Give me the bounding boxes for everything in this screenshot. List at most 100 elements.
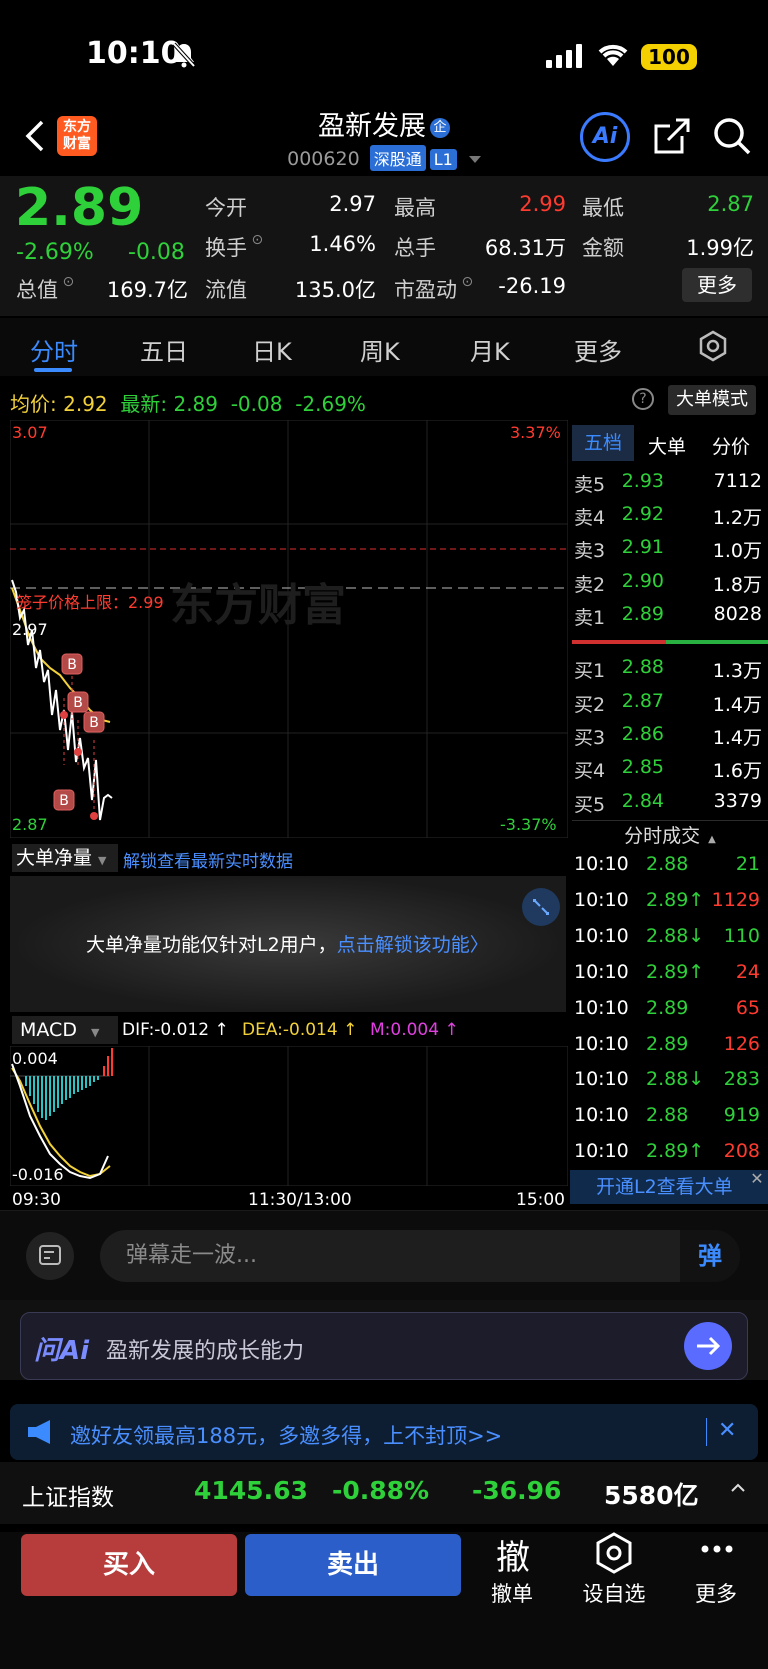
index-pct: -0.88% — [332, 1476, 430, 1505]
tab-weekly[interactable]: 周K — [360, 332, 400, 367]
tab-more[interactable]: 更多 — [574, 332, 622, 367]
y-axis-bottom: 2.87 — [12, 815, 48, 834]
expand-icon[interactable] — [522, 888, 560, 926]
battery-indicator: 100 — [641, 44, 697, 70]
bid-row: 买5 2.84 3379 — [574, 790, 762, 816]
orderbook-tab-price[interactable]: 分价 — [712, 432, 750, 459]
field-low: 2.87 — [707, 192, 754, 216]
sell-button[interactable]: 卖出 — [245, 1534, 461, 1596]
ai-button[interactable]: Ai — [580, 112, 630, 162]
index-amount: 5580亿 — [604, 1481, 699, 1510]
unlock-feature-link[interactable]: 点击解锁该功能 — [337, 934, 470, 956]
field-label: 今开 — [205, 196, 247, 220]
trades-header[interactable]: 分时成交 ▲ — [572, 820, 768, 850]
ask-row: 卖4 2.92 1.2万 — [574, 503, 762, 529]
macd-histogram-positive — [103, 1048, 113, 1076]
wifi-icon — [596, 42, 630, 72]
megaphone-icon — [26, 1418, 56, 1450]
locked-notice: 大单净量功能仅针对L2用户，点击解锁该功能〉 — [86, 934, 489, 956]
field-label: 最高 — [394, 196, 436, 220]
field-turnover: 1.46% — [309, 232, 376, 256]
field-label: 金额 — [582, 236, 624, 260]
macd-dif: DIF:-0.012 ↑ — [122, 1020, 229, 1040]
field-label: 最低 — [582, 196, 624, 220]
field-label: 总值 ⊙ — [16, 274, 75, 302]
ai-send-button[interactable] — [684, 1322, 732, 1370]
danmu-settings-icon[interactable] — [26, 1232, 74, 1280]
promo-divider — [706, 1418, 707, 1446]
macd-dropdown[interactable]: MACD ▼ — [12, 1016, 118, 1044]
help-icon[interactable]: ? — [632, 388, 654, 410]
orderbook-tab-big[interactable]: 大单 — [648, 432, 686, 459]
x-axis-start: 09:30 — [12, 1190, 61, 1210]
l2-upgrade-banner[interactable]: 开通L2查看大单 — [570, 1170, 768, 1204]
orderbook-tab-five[interactable]: 五档 — [572, 425, 634, 461]
settings-icon[interactable] — [697, 330, 729, 366]
trade-row: 10:10 2.89↑ 1129 — [574, 889, 760, 911]
info-icon: ⊙ — [457, 274, 474, 290]
close-promo-icon[interactable]: ✕ — [718, 1418, 736, 1443]
enterprise-badge-icon: 企 — [430, 117, 450, 138]
trade-row: 10:10 2.88↓ 283 — [574, 1068, 760, 1090]
ask-row: 卖3 2.91 1.0万 — [574, 536, 762, 562]
danmu-input[interactable]: 弹幕走一波... — [100, 1230, 740, 1282]
caret-down-icon: ▼ — [98, 854, 107, 867]
macd-axis-top: 0.004 — [12, 1049, 58, 1068]
x-axis-mid: 11:30/13:00 — [248, 1190, 352, 1210]
svg-text:B: B — [89, 715, 99, 731]
unlock-link[interactable]: 解锁查看最新实时数据 — [123, 847, 293, 872]
cancel-order-label[interactable]: 撤单 — [472, 1578, 552, 1608]
y-axis-top-pct: 3.37% — [510, 423, 561, 442]
chevron-up-icon[interactable] — [728, 1478, 748, 1502]
tab-monthly[interactable]: 月K — [470, 332, 510, 367]
trade-row: 10:10 2.88↓ 110 — [574, 925, 760, 947]
change-abs: -0.08 — [128, 240, 185, 265]
buy-button[interactable]: 买入 — [21, 1534, 237, 1596]
close-banner-icon[interactable]: ✕ — [748, 1170, 766, 1188]
trade-row: 10:10 2.89↑ 24 — [574, 961, 760, 983]
field-label: 总手 — [394, 236, 436, 260]
search-icon[interactable] — [712, 116, 752, 160]
info-icon: ⊙ — [247, 232, 264, 248]
field-label: 换手 ⊙ — [205, 232, 264, 260]
stock-code-row: 000620 深股通 L1 — [0, 145, 768, 171]
more-button[interactable]: 更多 — [682, 268, 752, 302]
more-actions-label[interactable]: 更多 — [676, 1578, 756, 1608]
field-label: 市盈动 ⊙ — [394, 274, 474, 302]
macd-dea: DEA:-0.014 ↑ — [242, 1020, 358, 1040]
svg-text:B: B — [73, 695, 83, 711]
macd-chart[interactable] — [10, 1046, 568, 1186]
signal-icon — [546, 44, 584, 72]
tab-daily[interactable]: 日K — [252, 332, 292, 367]
svg-text:B: B — [67, 657, 77, 673]
trade-row: 10:10 2.89↑ 208 — [574, 1140, 760, 1162]
cage-limit-label: 笼子价格上限：2.99 — [16, 593, 164, 612]
price-info-row: 均价: 2.92 最新: 2.89 -0.08 -2.69% — [10, 392, 366, 416]
tab-intraday[interactable]: 分时 — [30, 332, 78, 367]
share-icon[interactable] — [654, 118, 690, 158]
bid-row: 买3 2.86 1.4万 — [574, 723, 762, 749]
add-watchlist-icon[interactable] — [594, 1532, 634, 1578]
field-amount: 1.99亿 — [686, 236, 754, 260]
last-price: 2.89 — [15, 178, 144, 238]
big-order-mode-button[interactable]: 大单模式 — [668, 385, 756, 415]
ask-row: 卖2 2.90 1.8万 — [574, 570, 762, 596]
add-watchlist-label[interactable]: 设自选 — [574, 1578, 654, 1608]
cancel-order-icon[interactable]: 撤 — [488, 1530, 538, 1579]
price-line — [11, 579, 113, 821]
more-dots-icon[interactable] — [700, 1540, 734, 1559]
field-label: 流值 — [205, 278, 247, 302]
trade-row: 10:10 2.88 21 — [574, 853, 760, 875]
net-volume-dropdown[interactable]: 大单净量 ▼ — [12, 844, 118, 872]
intraday-chart[interactable]: B B B B 东方财富 — [10, 420, 568, 838]
field-volume: 68.31万 — [484, 236, 566, 260]
tab-active-indicator — [34, 368, 72, 372]
bid-row: 买2 2.87 1.4万 — [574, 690, 762, 716]
y-axis-top: 3.07 — [12, 423, 48, 442]
change-pct: -2.69% — [16, 240, 94, 265]
bell-off-icon — [172, 42, 196, 72]
buy-signal-marker-4: B — [83, 711, 105, 820]
danmu-toggle-button[interactable]: 弹 — [680, 1230, 740, 1282]
trade-row: 10:10 2.89 65 — [574, 997, 760, 1019]
tab-5day[interactable]: 五日 — [140, 332, 188, 367]
